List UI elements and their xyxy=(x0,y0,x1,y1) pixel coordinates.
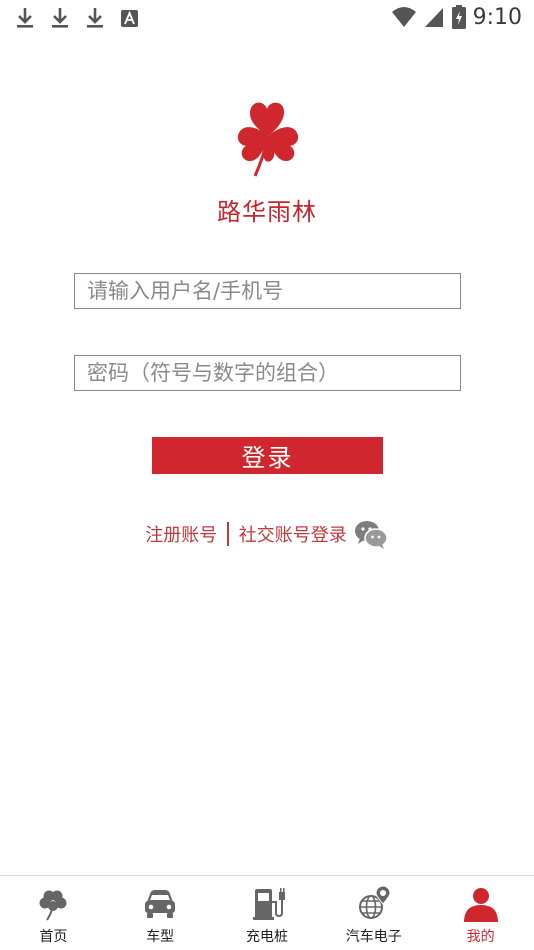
status-bar: 9:10 xyxy=(0,0,534,36)
login-button[interactable]: 登录 xyxy=(152,437,383,474)
nav-auto-electronics[interactable]: 汽车电子 xyxy=(320,876,427,950)
four-leaf-clover-icon xyxy=(237,102,299,177)
register-link[interactable]: 注册账号 xyxy=(145,521,217,547)
clock: 9:10 xyxy=(472,4,522,30)
password-field[interactable] xyxy=(74,355,461,391)
account-links: 注册账号 社交账号登录 xyxy=(0,516,534,552)
nav-profile[interactable]: 我的 xyxy=(427,876,534,950)
charging-station-icon xyxy=(252,888,285,920)
nav-auto-electronics-label: 汽车电子 xyxy=(345,929,402,945)
wifi-icon xyxy=(391,7,416,27)
clover-icon xyxy=(39,890,67,921)
username-field[interactable] xyxy=(74,273,461,309)
nav-models[interactable]: 车型 xyxy=(107,876,214,950)
font-a-icon xyxy=(121,10,138,27)
username-input[interactable] xyxy=(75,274,460,308)
download-icon xyxy=(87,8,103,28)
nav-home[interactable]: 首页 xyxy=(0,876,107,950)
signal-icon xyxy=(424,8,443,27)
system-indicators: 9:10 xyxy=(391,4,522,30)
download-icon xyxy=(17,8,33,28)
notification-icons xyxy=(14,6,141,30)
link-divider xyxy=(227,522,229,546)
nav-models-label: 车型 xyxy=(146,929,175,945)
car-icon xyxy=(145,890,176,918)
nav-profile-label: 我的 xyxy=(466,929,495,945)
bottom-nav: 首页 车型 充电桩 汽车电子 我的 xyxy=(0,875,534,950)
battery-charging-icon xyxy=(451,5,466,29)
nav-charging-label: 充电桩 xyxy=(245,929,288,945)
download-icon xyxy=(52,8,68,28)
globe-pin-icon xyxy=(358,886,391,919)
brand-name: 路华雨林 xyxy=(217,198,317,226)
nav-home-label: 首页 xyxy=(39,929,68,945)
nav-charging[interactable]: 充电桩 xyxy=(214,876,321,950)
user-icon xyxy=(463,888,498,922)
social-login-link[interactable]: 社交账号登录 xyxy=(239,521,347,547)
wechat-icon[interactable] xyxy=(353,516,389,552)
password-input[interactable] xyxy=(75,356,460,390)
